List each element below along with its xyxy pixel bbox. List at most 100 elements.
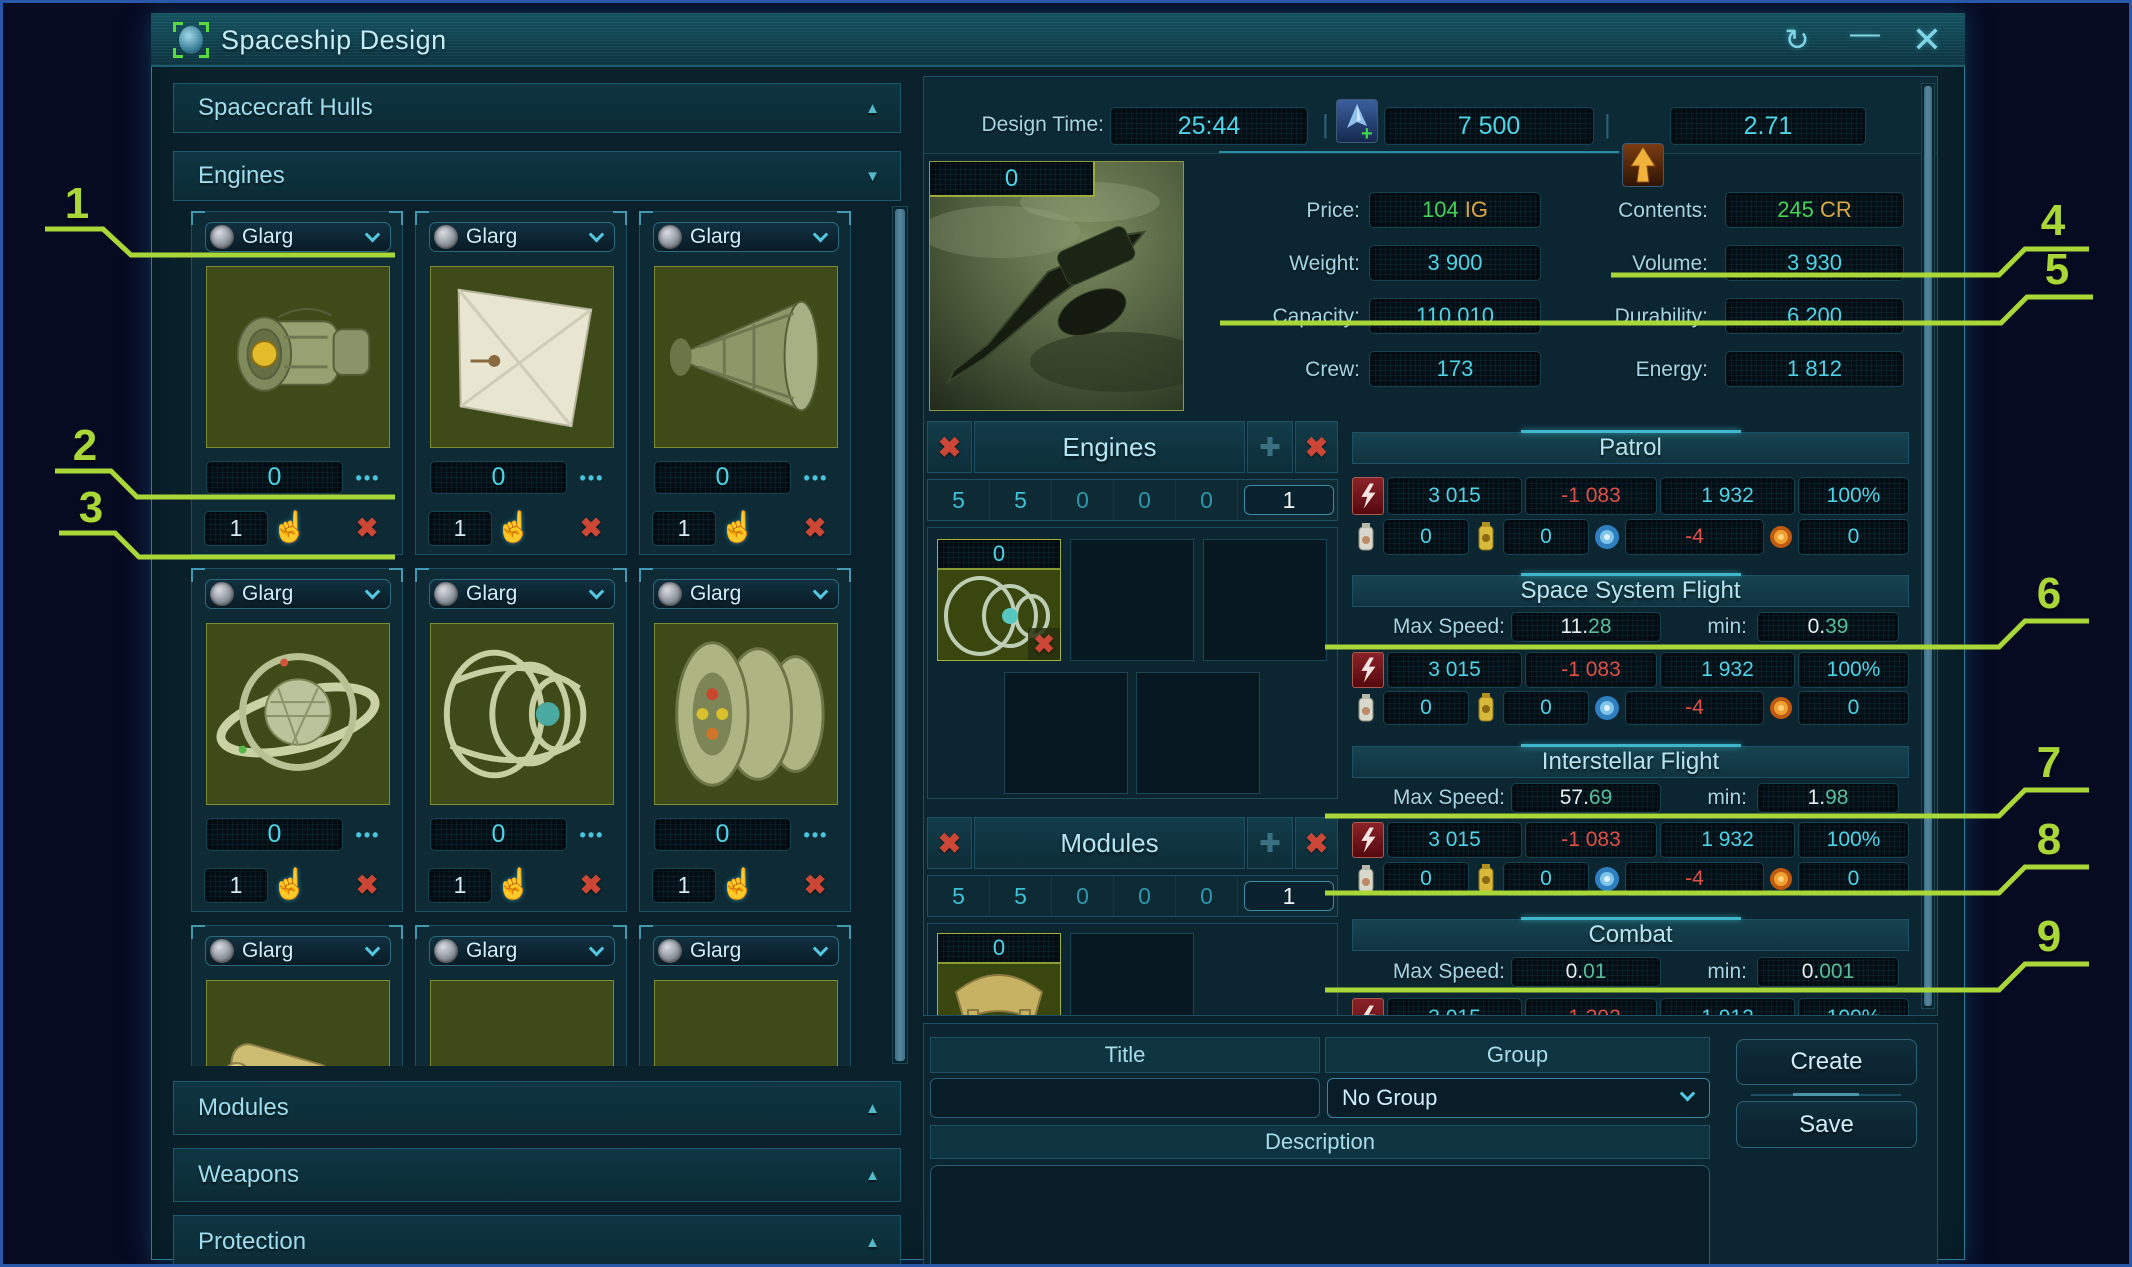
vendor-dropdown[interactable]: Glarg	[205, 222, 391, 252]
engine-slot-empty[interactable]	[1136, 672, 1260, 794]
remove-engine-slot-button[interactable]: ✖	[1295, 421, 1338, 473]
section-spacecraft-hulls[interactable]: Spacecraft Hulls ▲	[173, 83, 901, 133]
engine-image[interactable]	[654, 623, 838, 805]
assign-hand-icon[interactable]: ☝	[498, 868, 530, 902]
vendor-dropdown[interactable]: Glarg	[429, 579, 615, 609]
module-slot-empty[interactable]	[1070, 933, 1194, 1016]
quantity-field[interactable]: 1	[428, 868, 492, 903]
save-button[interactable]: Save	[1736, 1101, 1917, 1148]
more-button[interactable]: •••	[798, 821, 834, 849]
assign-hand-icon[interactable]: ☝	[274, 511, 306, 545]
section-protection[interactable]: Protection ▲	[173, 1215, 901, 1267]
vendor-dropdown[interactable]: Glarg	[653, 222, 839, 252]
summary-scrollbar[interactable]	[1921, 83, 1935, 1009]
section-engines[interactable]: Engines ▼	[173, 151, 901, 201]
engine-image[interactable]	[206, 623, 390, 805]
refresh-icon[interactable]: ↻	[1775, 19, 1819, 61]
scrollbar-thumb[interactable]	[895, 209, 905, 1061]
remove-engine-button[interactable]: ✖	[798, 868, 832, 902]
capacity-label: Capacity:	[1164, 305, 1360, 329]
blue-disc-icon	[1592, 519, 1622, 555]
minimize-icon[interactable]: —	[1843, 13, 1887, 55]
stat-field: 100%	[1798, 652, 1909, 688]
engine-list-scrollbar[interactable]	[892, 206, 908, 1064]
separator: |	[1322, 109, 1329, 140]
chevron-down-icon	[589, 583, 605, 599]
stat-field: 1 932	[1660, 652, 1795, 688]
group-select[interactable]: No Group	[1327, 1078, 1710, 1118]
more-button[interactable]: •••	[574, 821, 610, 849]
engine-image[interactable]	[430, 266, 614, 448]
finned-engine-art	[655, 981, 837, 1066]
assign-hand-icon[interactable]: ☝	[498, 511, 530, 545]
cage-engine-art	[431, 624, 613, 804]
more-button[interactable]: •••	[798, 464, 834, 492]
engine-image[interactable]	[206, 266, 390, 448]
remove-engine-button[interactable]: ✖	[574, 868, 608, 902]
remove-engine-button[interactable]: ✖	[350, 511, 384, 545]
remove-engine-button[interactable]: ✖	[574, 511, 608, 545]
assign-hand-icon[interactable]: ☝	[722, 868, 754, 902]
vendor-dropdown[interactable]: Glarg	[429, 936, 615, 966]
yellow-canister-icon	[1472, 519, 1500, 555]
assign-hand-icon[interactable]: ☝	[722, 511, 754, 545]
close-icon[interactable]: ✕	[1905, 19, 1949, 61]
count-cell: 0	[1176, 876, 1238, 916]
engine-slot-empty[interactable]	[1070, 539, 1194, 661]
assign-hand-icon[interactable]: ☝	[274, 868, 306, 902]
count-cell: 5	[990, 480, 1052, 520]
energy-bolt-icon	[1352, 822, 1384, 858]
quantity-field[interactable]: 1	[204, 511, 268, 546]
vendor-dropdown[interactable]: Glarg	[653, 936, 839, 966]
min-speed-int: 1.	[1808, 786, 1826, 810]
engine-image[interactable]	[206, 980, 390, 1066]
vendor-dropdown[interactable]: Glarg	[205, 936, 391, 966]
remove-engine-button[interactable]: ✖	[798, 511, 832, 545]
selected-count-box[interactable]: 1	[1244, 881, 1334, 911]
vendor-dropdown-label: Glarg	[690, 582, 815, 606]
engine-slot-empty[interactable]	[1203, 539, 1327, 661]
add-module-slot-button[interactable]: ✚	[1247, 817, 1293, 869]
engine-image[interactable]	[654, 980, 838, 1066]
patrol-panel-header: Patrol	[1352, 432, 1909, 464]
quantity-field[interactable]: 1	[652, 511, 716, 546]
engine-image[interactable]	[430, 980, 614, 1066]
section-modules[interactable]: Modules ▲	[173, 1081, 901, 1135]
ship-preview[interactable]: 0	[929, 161, 1184, 411]
stat-field: 1 912	[1660, 998, 1795, 1016]
clear-modules-button[interactable]: ✖	[927, 817, 972, 869]
more-button[interactable]: •••	[350, 464, 386, 492]
design-summary-panel: Design Time: 25:44 | + 7 500 | 2.71	[923, 76, 1938, 1016]
count-cell: 0	[1114, 876, 1176, 916]
more-button[interactable]: •••	[350, 821, 386, 849]
module-slot-filled[interactable]: 0	[937, 933, 1061, 1016]
title-input[interactable]	[930, 1078, 1320, 1118]
engine-image[interactable]	[654, 266, 838, 448]
ring-engine-art	[655, 624, 837, 804]
quantity-field[interactable]: 1	[204, 868, 268, 903]
vendor-dropdown[interactable]: Glarg	[653, 579, 839, 609]
scrollbar-thumb[interactable]	[1924, 86, 1932, 1006]
add-engine-slot-button[interactable]: ✚	[1247, 421, 1293, 473]
create-button[interactable]: Create	[1736, 1039, 1917, 1085]
engine-image[interactable]	[430, 623, 614, 805]
max-speed-label: Max Speed:	[1352, 960, 1505, 984]
stock-field: 0	[430, 818, 567, 851]
titlebar[interactable]: Spaceship Design ↻ — ✕	[151, 13, 1965, 67]
interstellar-resource-row: 0 0 -4 0	[1352, 862, 1909, 896]
clear-engines-button[interactable]: ✖	[927, 421, 972, 473]
selected-count-box[interactable]: 1	[1244, 485, 1334, 515]
remove-engine-button[interactable]: ✖	[350, 868, 384, 902]
stat-field: 0	[1383, 519, 1469, 555]
vendor-dropdown[interactable]: Glarg	[429, 222, 615, 252]
engine-slot-filled[interactable]: 0 ✖	[937, 539, 1061, 661]
description-textarea[interactable]	[930, 1165, 1710, 1267]
engine-slot-empty[interactable]	[1004, 672, 1128, 794]
remove-module-slot-button[interactable]: ✖	[1295, 817, 1338, 869]
more-button[interactable]: •••	[574, 464, 610, 492]
quantity-field[interactable]: 1	[428, 511, 492, 546]
remove-slot-item-button[interactable]: ✖	[1028, 628, 1060, 660]
section-weapons[interactable]: Weapons ▲	[173, 1148, 901, 1202]
quantity-field[interactable]: 1	[652, 868, 716, 903]
vendor-dropdown[interactable]: Glarg	[205, 579, 391, 609]
